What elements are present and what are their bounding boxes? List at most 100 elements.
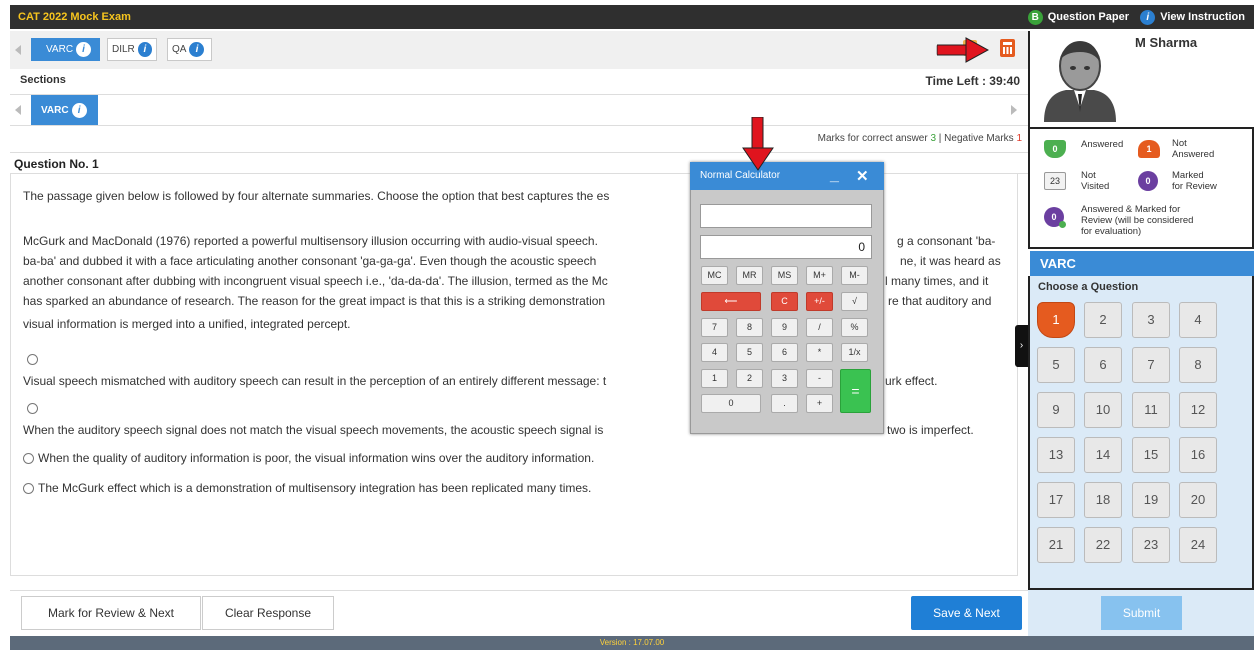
option-text-right: urk effect. [885,374,938,388]
question-button[interactable]: 15 [1132,437,1170,473]
option-radio[interactable] [23,483,34,495]
legend-line: Review (will be considered [1081,215,1194,226]
calc-key-mc[interactable]: MC [701,266,728,285]
calculator-titlebar[interactable]: Normal Calculator _ ✕ [690,162,884,190]
option-text[interactable]: When the auditory speech signal does not… [23,420,603,440]
passage-line-right: g a consonant 'ba- [897,234,996,248]
question-button[interactable]: 22 [1084,527,1122,563]
calc-key-decimal[interactable]: . [771,394,798,413]
calc-key-reciprocal[interactable]: 1/x [841,343,868,362]
question-button[interactable]: 2 [1084,302,1122,338]
question-button[interactable]: 21 [1037,527,1075,563]
calculator-display: 0 [700,235,872,259]
calc-key-multiply[interactable]: * [806,343,833,362]
question-button[interactable]: 9 [1037,392,1075,428]
info-icon[interactable]: i [76,42,92,57]
tab-dilr-label: DILR [112,44,135,55]
info-icon[interactable]: i [189,42,205,57]
submit-button[interactable]: Submit [1101,596,1182,630]
passage-line-right: ne, it was heard as [900,254,1001,268]
close-icon[interactable]: ✕ [856,167,869,185]
option-row[interactable]: The McGurk effect which is a demonstrati… [23,478,591,498]
calc-key-equals[interactable]: = [840,369,871,413]
calc-key-4[interactable]: 4 [701,343,728,362]
scroll-left-icon[interactable] [15,45,21,55]
minimize-icon[interactable]: _ [830,167,839,185]
calc-key-divide[interactable]: / [806,318,833,337]
view-instruction-link[interactable]: i View Instruction [1140,8,1245,26]
calc-key-mminus[interactable]: M- [841,266,868,285]
question-button[interactable]: 24 [1179,527,1217,563]
question-button[interactable]: 16 [1179,437,1217,473]
option-row[interactable]: When the quality of auditory information… [23,448,594,468]
option-radio[interactable] [23,453,34,465]
passage-line: has sparked an abundance of research. Th… [23,294,606,308]
calc-key-backspace[interactable]: ⟵ [701,292,761,311]
question-button[interactable]: 12 [1179,392,1217,428]
question-button[interactable]: 1 [1037,302,1075,338]
calc-key-2[interactable]: 2 [736,369,763,388]
tab-dilr[interactable]: DILR i [107,38,157,61]
calc-key-5[interactable]: 5 [736,343,763,362]
calc-key-percent[interactable]: % [841,318,868,337]
subsection-varc[interactable]: VARC i [31,95,98,125]
option-text: When the quality of auditory information… [38,451,595,465]
question-button[interactable]: 4 [1179,302,1217,338]
sections-label: Sections [20,74,66,86]
calc-key-9[interactable]: 9 [771,318,798,337]
question-button[interactable]: 11 [1132,392,1170,428]
calculator-icon[interactable] [1000,39,1015,57]
question-button[interactable]: 3 [1132,302,1170,338]
clear-response-button[interactable]: Clear Response [202,596,334,630]
calc-key-1[interactable]: 1 [701,369,728,388]
calc-key-clear[interactable]: C [771,292,798,311]
calc-key-plusminus[interactable]: +/- [806,292,833,311]
passage-line: ba-ba' and dubbed it with a face articul… [23,254,597,268]
question-button[interactable]: 23 [1132,527,1170,563]
info-icon[interactable]: i [137,42,152,57]
calc-key-3[interactable]: 3 [771,369,798,388]
question-button[interactable]: 14 [1084,437,1122,473]
answered-marked-badge: 0 [1044,207,1066,228]
avatar [1036,34,1124,122]
calc-key-7[interactable]: 7 [701,318,728,337]
question-button[interactable]: 13 [1037,437,1075,473]
scroll-right-icon[interactable] [1011,105,1017,115]
status-legend: 0 Answered 1 Not Answered 23 Not Visited… [1028,127,1254,249]
question-paper-link[interactable]: B Question Paper [1027,8,1129,26]
question-button[interactable]: 20 [1179,482,1217,518]
option-radio[interactable] [27,354,38,365]
legend-line: Not [1081,170,1096,181]
question-button[interactable]: 10 [1084,392,1122,428]
question-button[interactable]: 7 [1132,347,1170,383]
scroll-left-icon[interactable] [15,105,21,115]
save-next-button[interactable]: Save & Next [911,596,1022,630]
calc-key-0[interactable]: 0 [701,394,761,413]
mark-review-next-button[interactable]: Mark for Review & Next [21,596,201,630]
calc-key-mplus[interactable]: M+ [806,266,833,285]
option-radio[interactable] [27,403,38,414]
question-button[interactable]: 19 [1132,482,1170,518]
calc-key-subtract[interactable]: - [806,369,833,388]
tab-qa[interactable]: QA i [167,38,212,61]
legend-line: Answered & Marked for [1081,204,1181,215]
tab-varc[interactable]: VARC i [31,38,100,61]
calc-key-6[interactable]: 6 [771,343,798,362]
question-button[interactable]: 17 [1037,482,1075,518]
question-button[interactable]: 8 [1179,347,1217,383]
panel-toggle[interactable]: › [1015,325,1028,367]
option-text[interactable]: Visual speech mismatched with auditory s… [23,371,606,391]
question-button[interactable]: 18 [1084,482,1122,518]
calc-key-8[interactable]: 8 [736,318,763,337]
question-button[interactable]: 5 [1037,347,1075,383]
calc-key-ms[interactable]: MS [771,266,798,285]
check-dot-icon [1059,221,1066,228]
palette-section-title: VARC [1030,251,1254,276]
calc-key-add[interactable]: + [806,394,833,413]
calc-key-mr[interactable]: MR [736,266,763,285]
passage-line: another consonant after dubbing with inc… [23,274,608,288]
info-icon[interactable]: i [71,102,87,118]
legend-not-answered: Not Answered [1172,138,1214,160]
calc-key-sqrt[interactable]: √ [841,292,868,311]
question-button[interactable]: 6 [1084,347,1122,383]
